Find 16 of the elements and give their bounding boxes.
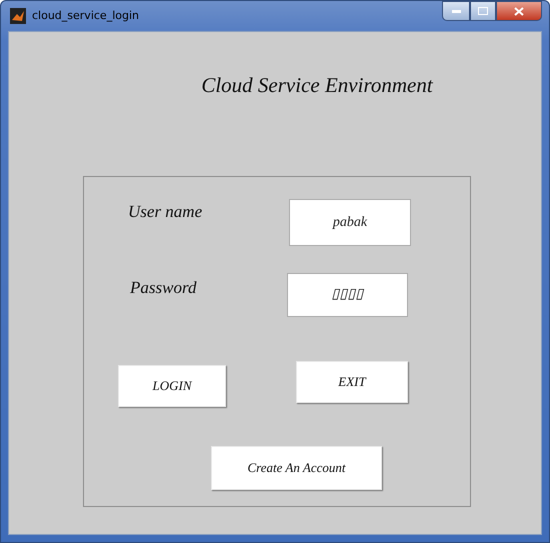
username-field[interactable]: pabak: [289, 198, 411, 246]
minimize-icon: [452, 10, 460, 12]
exit-button[interactable]: EXIT: [296, 360, 408, 402]
maximize-icon: [478, 7, 488, 15]
password-field[interactable]: ▯▯▯▯: [287, 272, 408, 316]
login-button[interactable]: LOGIN: [118, 364, 226, 406]
minimize-button[interactable]: [442, 1, 470, 21]
close-icon: [514, 6, 524, 16]
close-button[interactable]: [496, 1, 542, 21]
app-icon: [10, 8, 26, 24]
field-label: Password: [130, 276, 198, 298]
window-title: cloud_service_login: [32, 8, 139, 24]
maximize-button[interactable]: [470, 1, 496, 21]
field-label: User name: [128, 200, 204, 222]
create-account-button[interactable]: Create An Account: [211, 446, 382, 490]
page-heading: Cloud Service Environment: [201, 72, 433, 99]
